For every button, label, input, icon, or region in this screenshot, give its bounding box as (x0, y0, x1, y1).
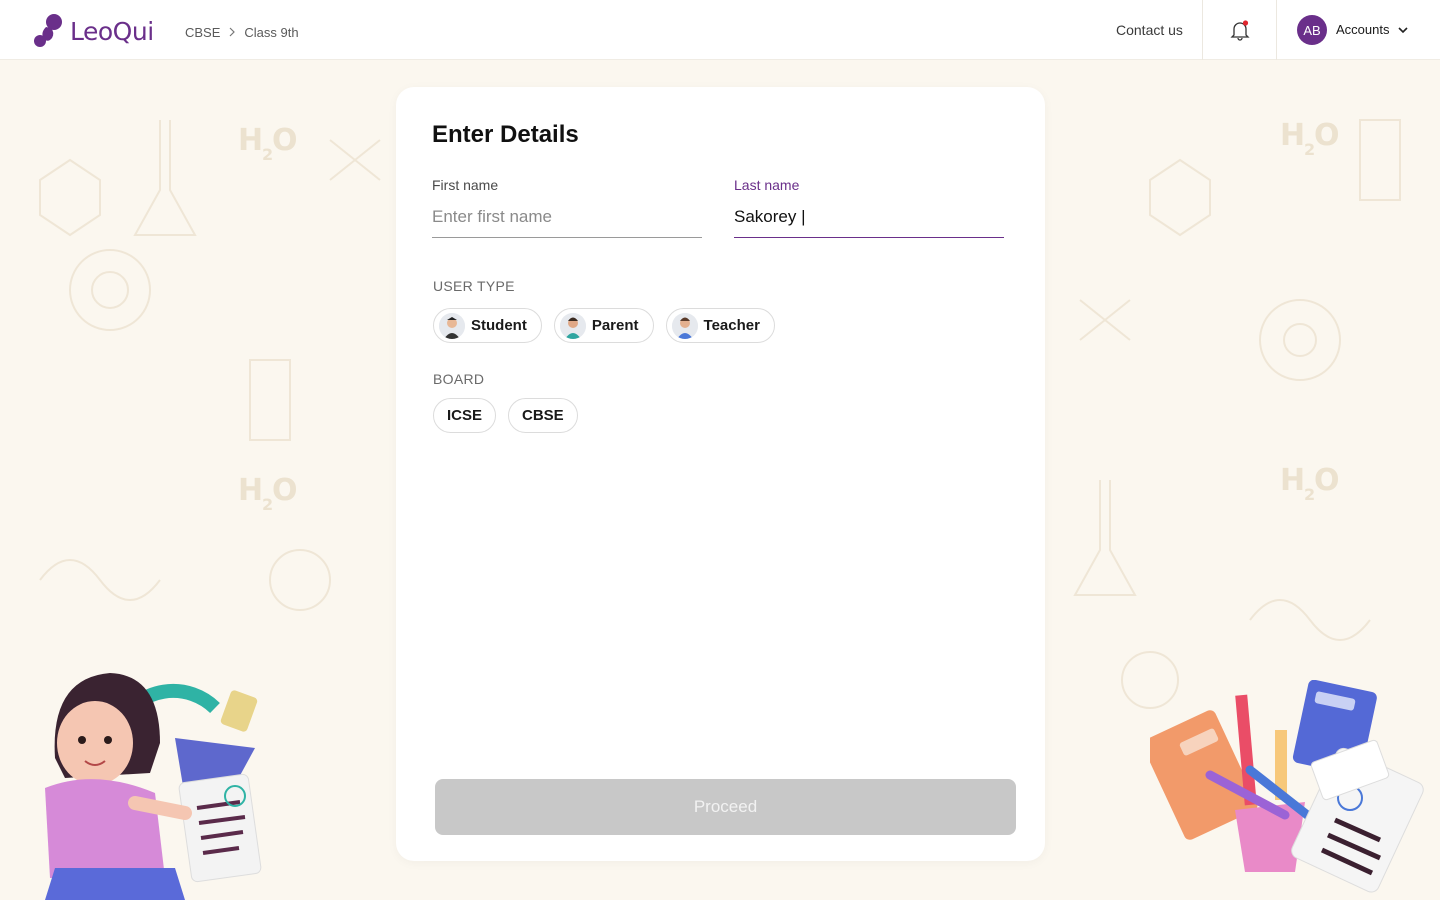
header-divider (1202, 0, 1203, 60)
first-name-input[interactable] (432, 205, 702, 238)
notification-dot (1242, 20, 1249, 26)
user-type-teacher-chip[interactable]: Teacher (665, 308, 775, 343)
breadcrumb: CBSE Class 9th (185, 25, 299, 40)
user-type-student-label: Student (471, 317, 527, 334)
svg-text:O: O (272, 123, 298, 158)
leoqui-logo-icon (34, 14, 62, 47)
breadcrumb-item-board[interactable]: CBSE (185, 25, 220, 40)
books-and-stationery-illustration (1142, 679, 1425, 900)
top-nav-bar: LeoQui CBSE Class 9th Contact us AB Acco… (0, 0, 1440, 60)
logo-text: LeoQui (70, 16, 154, 46)
svg-text:H: H (1280, 463, 1305, 498)
teacher-avatar-icon (671, 312, 698, 339)
card-title: Enter Details (432, 121, 579, 148)
chevron-right-icon (228, 26, 236, 40)
user-type-parent-chip[interactable]: Parent (553, 308, 654, 343)
last-name-label: Last name (734, 177, 800, 193)
board-options: ICSE CBSE (433, 398, 578, 433)
board-cbse-chip[interactable]: CBSE (508, 398, 578, 433)
proceed-button[interactable]: Proceed (435, 779, 1016, 835)
student-avatar-icon (439, 312, 465, 339)
last-name-field: Last name (734, 177, 1004, 238)
parent-avatar-icon (559, 312, 586, 339)
first-name-field: First name (432, 177, 702, 238)
header-divider (1276, 0, 1277, 60)
board-label: BOARD (433, 371, 485, 387)
notification-bell-icon[interactable] (1228, 18, 1252, 42)
user-type-parent-label: Parent (591, 317, 639, 334)
svg-text:O: O (272, 473, 298, 508)
svg-text:O: O (1314, 118, 1340, 153)
user-type-options: Student Parent Teacher (433, 308, 775, 343)
contact-us-link[interactable]: Contact us (1116, 22, 1183, 38)
user-type-teacher-label: Teacher (703, 317, 760, 334)
avatar[interactable]: AB (1297, 15, 1327, 45)
enter-details-card: Enter Details First name Last name USER … (396, 87, 1045, 861)
user-type-label: USER TYPE (433, 278, 515, 294)
first-name-label: First name (432, 177, 499, 193)
chevron-down-icon (1398, 26, 1409, 33)
svg-text:H: H (1280, 118, 1305, 153)
svg-text:H: H (238, 123, 263, 158)
user-type-student-chip[interactable]: Student (433, 308, 542, 343)
leoqui-logo[interactable]: LeoQui (32, 14, 154, 48)
svg-text:O: O (1314, 463, 1340, 498)
board-icse-chip[interactable]: ICSE (433, 398, 497, 433)
accounts-label: Accounts (1336, 22, 1390, 37)
accounts-menu[interactable]: Accounts (1336, 22, 1409, 37)
breadcrumb-item-class[interactable]: Class 9th (244, 25, 298, 40)
girl-with-geometry-tools-illustration (25, 668, 275, 900)
last-name-input[interactable] (734, 205, 1004, 238)
svg-text:H: H (238, 473, 263, 508)
